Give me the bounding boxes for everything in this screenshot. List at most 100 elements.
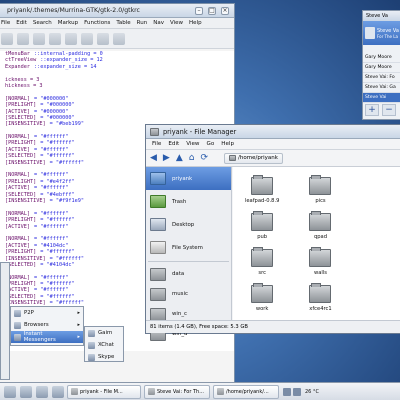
list-item[interactable]: Gary Moore: [363, 53, 400, 63]
avatar: [365, 27, 375, 39]
sidebar-item-data[interactable]: data: [146, 264, 231, 284]
browser-icon: [14, 321, 21, 329]
menu-help[interactable]: Help: [221, 141, 234, 147]
menu-help[interactable]: Help: [189, 20, 202, 26]
menu-edit[interactable]: Edit: [16, 20, 27, 26]
menu-run[interactable]: Run: [137, 20, 148, 26]
maximize-icon[interactable]: □: [208, 6, 216, 15]
list-item[interactable]: Gary Moore: [363, 63, 400, 73]
menu-edit[interactable]: Edit: [168, 141, 179, 147]
code-value: = "#ffffff": [49, 159, 84, 166]
file-item[interactable]: qpad: [291, 211, 349, 240]
sidebar-item-file-system[interactable]: File System: [146, 236, 231, 259]
weather-temperature: 26 °C: [305, 388, 319, 395]
open-file-icon[interactable]: [17, 32, 29, 45]
code-value: = "#4104dc": [34, 242, 69, 249]
new-file-icon[interactable]: [1, 32, 13, 45]
save-icon[interactable]: [33, 32, 45, 45]
menu-nav[interactable]: Nav: [153, 20, 164, 26]
code-key: [NORMAL]: [5, 172, 30, 179]
browser-launcher-icon[interactable]: [36, 385, 48, 398]
fm-statusbar: 81 items (1.4 GB), Free space: 5.3 GB: [146, 320, 400, 333]
menu-file[interactable]: File: [152, 141, 161, 147]
menu-item-label: Browsers: [24, 322, 49, 328]
menu-item-skype[interactable]: Skype: [85, 351, 123, 363]
network-icon[interactable]: [283, 387, 291, 396]
file-label: leafpad-0.8.9: [244, 198, 280, 204]
sidebar-item-priyank[interactable]: priyank: [146, 167, 231, 190]
file-label: pics: [315, 198, 326, 204]
sidebar-item-desktop[interactable]: Desktop: [146, 213, 231, 236]
code-value: = "#ffffff": [34, 236, 69, 243]
file-item[interactable]: pub: [233, 211, 291, 240]
file-item[interactable]: [350, 177, 400, 204]
remove-icon[interactable]: −: [382, 104, 396, 116]
terminal-launcher-icon[interactable]: [20, 385, 32, 398]
buddy-list-window[interactable]: Steve Va Steve Va For The La Gary Moore …: [362, 10, 400, 120]
list-item[interactable]: Steve Vai: Fo: [363, 73, 400, 83]
back-icon[interactable]: ◀: [150, 153, 157, 163]
file-item[interactable]: src: [233, 247, 291, 276]
code-value: = "#4104dc": [40, 261, 75, 268]
volume-icon[interactable]: [293, 387, 301, 396]
folder-icon: [150, 307, 166, 321]
file-item[interactable]: work: [233, 283, 291, 312]
menu-view[interactable]: View: [170, 20, 183, 26]
cut-icon[interactable]: [49, 32, 61, 45]
menu-item-browsers[interactable]: Browsers ▸: [11, 319, 83, 331]
menu-item-p2p[interactable]: P2P ▸: [11, 307, 83, 319]
undo-icon[interactable]: [97, 32, 109, 45]
menu-table[interactable]: Table: [116, 20, 130, 26]
code-value: = "#ffffff": [40, 217, 75, 224]
fm-titlebar[interactable]: priyank - File Manager: [146, 125, 400, 139]
file-item[interactable]: [350, 249, 400, 276]
add-icon[interactable]: +: [365, 104, 379, 116]
file-item[interactable]: walls: [291, 247, 349, 276]
file-item[interactable]: leafpad-0.8.9: [233, 175, 291, 204]
redo-icon[interactable]: [113, 32, 125, 45]
buddy-status: For The La: [377, 33, 398, 39]
menu-item-xchat[interactable]: XChat: [85, 339, 123, 351]
forward-icon[interactable]: ▶: [163, 153, 170, 163]
code-key: [PRELIGHT]: [5, 102, 37, 109]
paste-icon[interactable]: [81, 32, 93, 45]
sidebar-item-music[interactable]: music: [146, 284, 231, 304]
buddy-profile-card[interactable]: Steve Va For The La: [363, 21, 400, 45]
file-item[interactable]: [350, 213, 400, 240]
menu-view[interactable]: View: [186, 141, 199, 147]
minimize-icon[interactable]: –: [195, 6, 203, 15]
menu-go[interactable]: Go: [207, 141, 215, 147]
path-button[interactable]: /home/priyank: [224, 152, 283, 164]
buddy-song-list: Gary Moore Gary Moore Steve Vai: Fo Stev…: [363, 53, 400, 103]
close-icon[interactable]: ×: [221, 6, 229, 15]
sidebar-item-trash[interactable]: Trash: [146, 190, 231, 213]
up-icon[interactable]: ▲: [176, 153, 183, 163]
file-manager-launcher-icon[interactable]: [52, 385, 64, 398]
menu-functions[interactable]: Functions: [84, 20, 110, 26]
reload-icon[interactable]: ⟳: [200, 153, 208, 163]
task-button-editor[interactable]: /home/priyank/...: [213, 384, 279, 399]
menu-markup[interactable]: Markup: [58, 20, 78, 26]
code-key: [ACTIVE]: [5, 108, 30, 115]
copy-icon[interactable]: [65, 32, 77, 45]
app-menu-button-icon[interactable]: [4, 385, 16, 398]
editor-titlebar[interactable]: priyank/.themes/Murrina-GTK/gtk-2.0/gtkr…: [0, 4, 234, 18]
task-button-file-manager[interactable]: priyank - File M...: [67, 384, 141, 399]
file-item[interactable]: pics: [291, 175, 349, 204]
menu-item-gaim[interactable]: Gaim: [85, 327, 123, 339]
list-item[interactable]: Steve Vai: Ga: [363, 83, 400, 93]
menu-item-instant-messengers[interactable]: Instant Messengers ▸: [11, 331, 83, 343]
menu-file[interactable]: File: [1, 20, 10, 26]
code-value: = "#beb199": [49, 121, 84, 128]
task-button-player[interactable]: Steve Vai: For Th...: [144, 384, 210, 399]
list-item-selected[interactable]: Steve Vai: [363, 93, 400, 103]
menu-search[interactable]: Search: [33, 20, 52, 26]
code-key: [INSENSITIVE]: [5, 159, 46, 166]
code-value: = "#ffffff": [40, 281, 75, 288]
file-manager-window[interactable]: priyank - File Manager File Edit View Go…: [145, 124, 400, 341]
home-icon[interactable]: ⌂: [189, 153, 195, 163]
code-value: = "#ffffff": [40, 140, 75, 147]
code-key: [NORMAL]: [5, 236, 30, 243]
file-item[interactable]: xfce4rc1: [291, 283, 349, 312]
fm-toolbar: ◀ ▶ ▲ ⌂ ⟳ /home/priyank: [146, 150, 400, 167]
